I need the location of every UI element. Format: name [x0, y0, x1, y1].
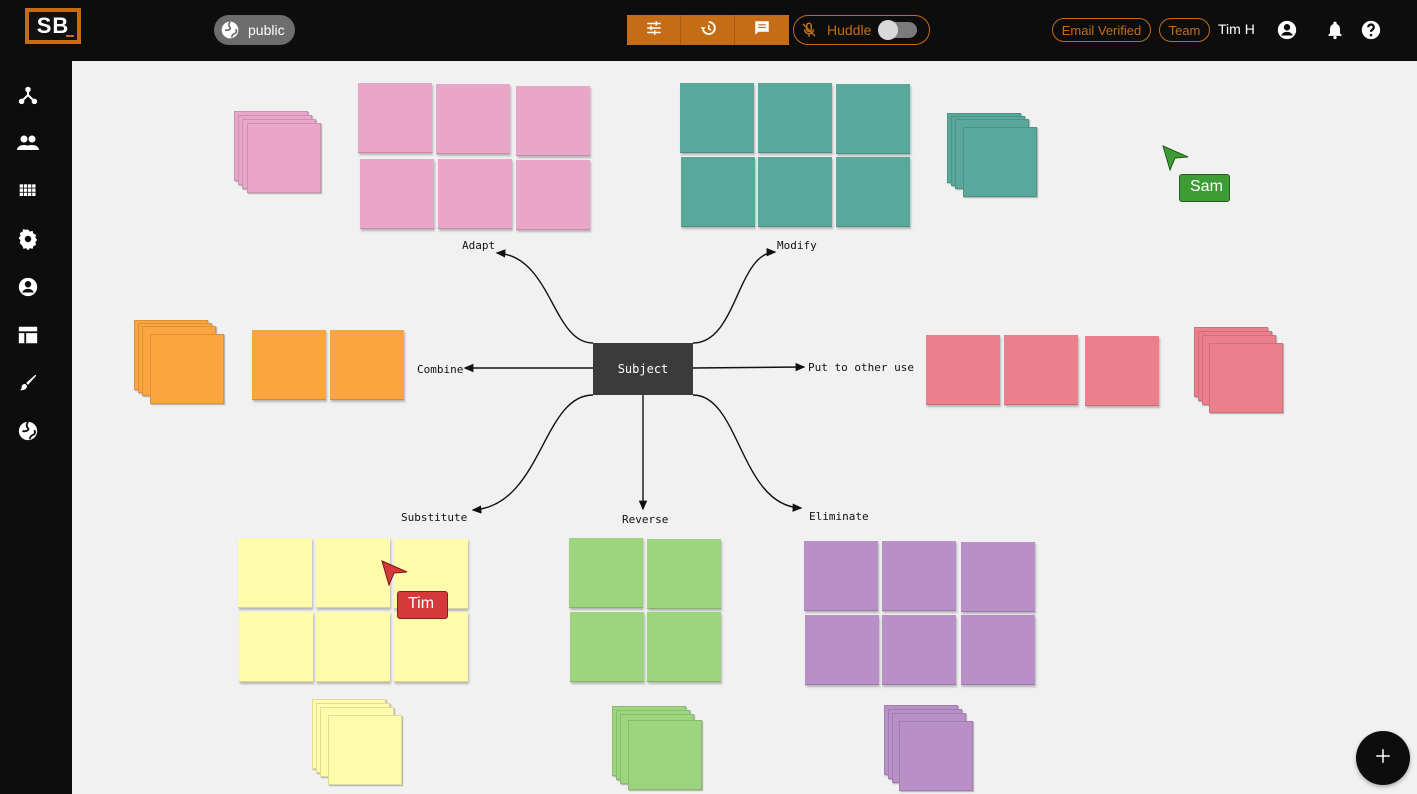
branch-label-modify[interactable]: Modify: [777, 239, 817, 252]
cursor-pointer-icon: [1162, 145, 1190, 176]
sticky-note[interactable]: [252, 330, 326, 400]
sticky-note[interactable]: [758, 83, 832, 153]
branch-label-substitute[interactable]: Substitute: [401, 511, 467, 524]
sticky-note[interactable]: [647, 539, 721, 609]
sticky-note[interactable]: [882, 541, 956, 611]
visibility-toggle[interactable]: public: [214, 15, 295, 45]
sticky-note[interactable]: [758, 157, 832, 227]
sliders-icon: [645, 19, 663, 42]
sticky-note[interactable]: [1004, 335, 1078, 405]
collaborator-tag-tim: Tim: [397, 591, 448, 619]
account-icon[interactable]: [1275, 18, 1299, 42]
sticky-note[interactable]: [570, 612, 644, 682]
sticky-note[interactable]: [516, 160, 590, 230]
brush-icon[interactable]: [16, 371, 40, 395]
team-button[interactable]: Team: [1159, 18, 1210, 42]
sticky-note[interactable]: [1085, 336, 1159, 406]
logo-text: SB: [29, 12, 77, 40]
sticky-note[interactable]: [328, 715, 402, 785]
people-icon[interactable]: [16, 131, 40, 155]
huddle-toggle[interactable]: [878, 20, 917, 40]
history-icon: [699, 19, 717, 42]
sticky-note[interactable]: [330, 330, 404, 400]
chat-button[interactable]: [735, 15, 789, 45]
globe-icon[interactable]: [16, 419, 40, 443]
sticky-note[interactable]: [438, 159, 512, 229]
visibility-label: public: [248, 22, 285, 38]
sticky-note[interactable]: [899, 721, 973, 791]
top-bar: SB public Huddle Email Verified Team Tim…: [0, 0, 1417, 61]
sticky-note[interactable]: [961, 615, 1035, 685]
help-icon[interactable]: [1359, 18, 1383, 42]
email-verified-badge[interactable]: Email Verified: [1052, 18, 1151, 42]
sticky-note[interactable]: [961, 542, 1035, 612]
sticky-note[interactable]: [804, 541, 878, 611]
branch-label-put-to-other-use[interactable]: Put to other use: [808, 361, 914, 374]
sticky-note[interactable]: [436, 84, 510, 154]
branch-label-eliminate[interactable]: Eliminate: [809, 510, 869, 523]
huddle-control[interactable]: Huddle: [793, 15, 930, 45]
sticky-note[interactable]: [150, 334, 224, 404]
sticky-note[interactable]: [516, 86, 590, 156]
sticky-note[interactable]: [358, 83, 432, 153]
settings-gear-icon[interactable]: [16, 227, 40, 251]
sticky-note[interactable]: [628, 720, 702, 790]
sticky-note[interactable]: [882, 615, 956, 685]
sticky-note[interactable]: [394, 612, 468, 682]
sticky-note[interactable]: [926, 335, 1000, 405]
sticky-note[interactable]: [963, 127, 1037, 197]
globe-icon: [220, 20, 240, 40]
sticky-note[interactable]: [316, 538, 390, 608]
sticky-note[interactable]: [569, 538, 643, 608]
sidebar: [0, 61, 72, 794]
sticky-note[interactable]: [316, 612, 390, 682]
branch-label-reverse[interactable]: Reverse: [622, 513, 668, 526]
sticky-note[interactable]: [681, 157, 755, 227]
apps-grid-icon[interactable]: [16, 179, 40, 203]
sticky-note[interactable]: [805, 615, 879, 685]
sticky-note[interactable]: [836, 84, 910, 154]
graph-icon[interactable]: [16, 83, 40, 107]
sticky-note[interactable]: [680, 83, 754, 153]
app-logo[interactable]: SB: [25, 8, 81, 44]
settings-sliders-button[interactable]: [627, 15, 681, 45]
sticky-note[interactable]: [247, 123, 321, 193]
sticky-note[interactable]: [836, 157, 910, 227]
add-button[interactable]: [1356, 731, 1410, 785]
cursor-pointer-icon: [381, 560, 409, 591]
sticky-note[interactable]: [647, 612, 721, 682]
sticky-note[interactable]: [1209, 343, 1283, 413]
user-name[interactable]: Tim H: [1218, 21, 1255, 37]
branch-label-combine[interactable]: Combine: [417, 363, 463, 376]
branch-label-adapt[interactable]: Adapt: [462, 239, 495, 252]
chat-icon: [753, 19, 771, 42]
mic-off-icon: [799, 20, 819, 40]
account-circle-icon[interactable]: [16, 275, 40, 299]
collaborator-tag-sam: Sam: [1179, 174, 1230, 202]
template-icon[interactable]: [16, 323, 40, 347]
history-button[interactable]: [681, 15, 735, 45]
huddle-label: Huddle: [827, 22, 872, 38]
center-node[interactable]: Subject: [593, 343, 693, 395]
sticky-note[interactable]: [238, 538, 312, 608]
plus-icon: [1374, 747, 1392, 770]
board-toolbar: [627, 15, 789, 45]
sticky-note[interactable]: [239, 612, 313, 682]
bell-icon[interactable]: [1323, 18, 1347, 42]
whiteboard-canvas[interactable]: Subject Adapt Modify Combine Put to othe…: [72, 61, 1417, 794]
sticky-note[interactable]: [360, 159, 434, 229]
